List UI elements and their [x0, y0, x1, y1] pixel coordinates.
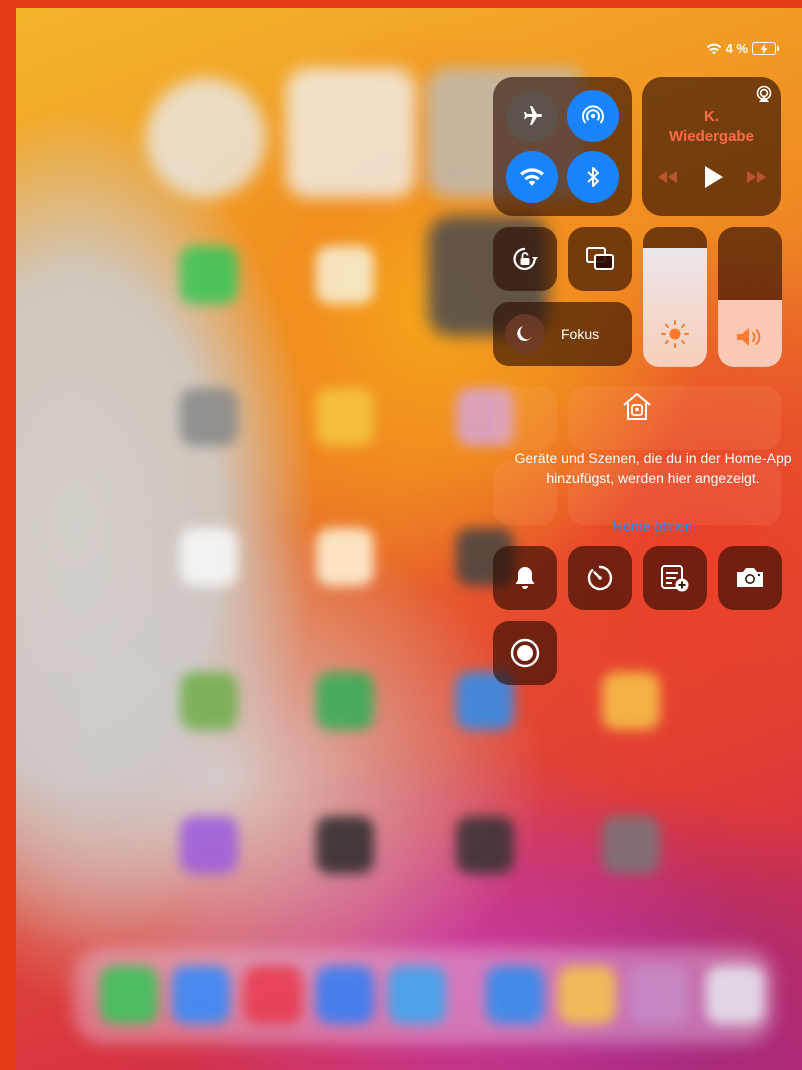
volume-slider[interactable] — [718, 227, 782, 367]
rewind-icon[interactable] — [656, 171, 678, 183]
play-store-app-icon — [180, 672, 238, 730]
bluetooth-icon — [583, 165, 603, 189]
airplane-mode-toggle[interactable] — [506, 90, 558, 142]
whatsapp-app-icon — [316, 672, 374, 730]
bluetooth-toggle[interactable] — [567, 151, 619, 203]
sun-icon — [643, 319, 707, 349]
settings-app-icon — [180, 388, 238, 446]
airdrop-icon — [580, 103, 606, 129]
wifi-status-icon — [706, 43, 722, 55]
home-placeholder-tile-1 — [493, 386, 557, 450]
orientation-lock-icon — [510, 244, 540, 274]
ipad-screen: 4 % K. Wiedergabe Fokus Geräte und Szene… — [16, 8, 802, 1070]
dock-appstore-icon — [486, 966, 544, 1024]
dock-photos-icon — [630, 966, 688, 1024]
notes2-app-icon — [316, 528, 374, 586]
camera-icon — [734, 565, 766, 591]
wifi-toggle[interactable] — [506, 151, 558, 203]
focus-label: Fokus — [561, 326, 600, 342]
timer-button[interactable] — [568, 546, 632, 610]
dock-mail-icon — [316, 966, 374, 1024]
utilities-app-icon — [602, 816, 660, 874]
camera-app-icon — [456, 816, 514, 874]
dock-files-icon — [388, 966, 446, 1024]
dock-safari-icon — [172, 966, 230, 1024]
focus-button[interactable]: Fokus — [493, 302, 632, 366]
dock-messages-icon — [100, 966, 158, 1024]
brightness-slider[interactable] — [643, 227, 707, 367]
record-icon — [509, 637, 541, 669]
home-message: Geräte und Szenen, die du in der Home-Ap… — [514, 450, 792, 486]
media-title: K. Wiedergabe — [642, 107, 781, 147]
home-placeholder-tile-2 — [568, 386, 781, 450]
airplane-icon — [520, 104, 544, 128]
connectivity-module — [493, 77, 632, 216]
timer-icon — [585, 563, 615, 593]
moon-icon — [515, 324, 535, 344]
facetime-app-icon — [180, 246, 238, 304]
speaker-icon — [718, 325, 782, 349]
screen-recording-button[interactable] — [493, 621, 557, 685]
now-playing-module[interactable]: K. Wiedergabe — [642, 77, 781, 216]
notes-app-icon — [316, 246, 374, 304]
brightness-fill — [643, 248, 707, 367]
quick-note-icon — [659, 563, 691, 593]
quick-note-button[interactable] — [643, 546, 707, 610]
screen-mirroring-icon — [585, 246, 615, 272]
airplay-icon[interactable] — [755, 85, 773, 103]
status-bar: 4 % — [706, 41, 779, 56]
play-icon[interactable] — [702, 165, 724, 189]
bell-icon — [513, 565, 537, 591]
dock-notes-icon — [558, 966, 616, 1024]
battery-charging-icon — [752, 42, 779, 55]
clock-app-icon — [316, 816, 374, 874]
fast-forward-icon[interactable] — [746, 171, 768, 183]
focus-icon-circle — [505, 314, 545, 354]
clock-widget — [146, 78, 266, 198]
dock-music-icon — [244, 966, 302, 1024]
reminders-app-icon — [180, 528, 238, 586]
media-title-line2: Wiedergabe — [669, 128, 754, 145]
screen-mirroring-button[interactable] — [568, 227, 632, 291]
battery-percentage: 4 % — [725, 41, 748, 56]
tips-app-icon — [316, 388, 374, 446]
mail-app-icon — [602, 672, 660, 730]
camera-button[interactable] — [718, 546, 782, 610]
dock-recent-icon — [706, 966, 764, 1024]
airdrop-toggle[interactable] — [567, 90, 619, 142]
media-title-line1: K. — [704, 108, 719, 125]
open-home-link[interactable]: Home öffnen — [510, 518, 796, 534]
home-icon — [620, 390, 654, 424]
wifi-icon — [519, 167, 545, 187]
silent-mode-button[interactable] — [493, 546, 557, 610]
orientation-lock-button[interactable] — [493, 227, 557, 291]
calendar-widget — [286, 68, 416, 198]
podcasts-app-icon — [180, 816, 238, 874]
